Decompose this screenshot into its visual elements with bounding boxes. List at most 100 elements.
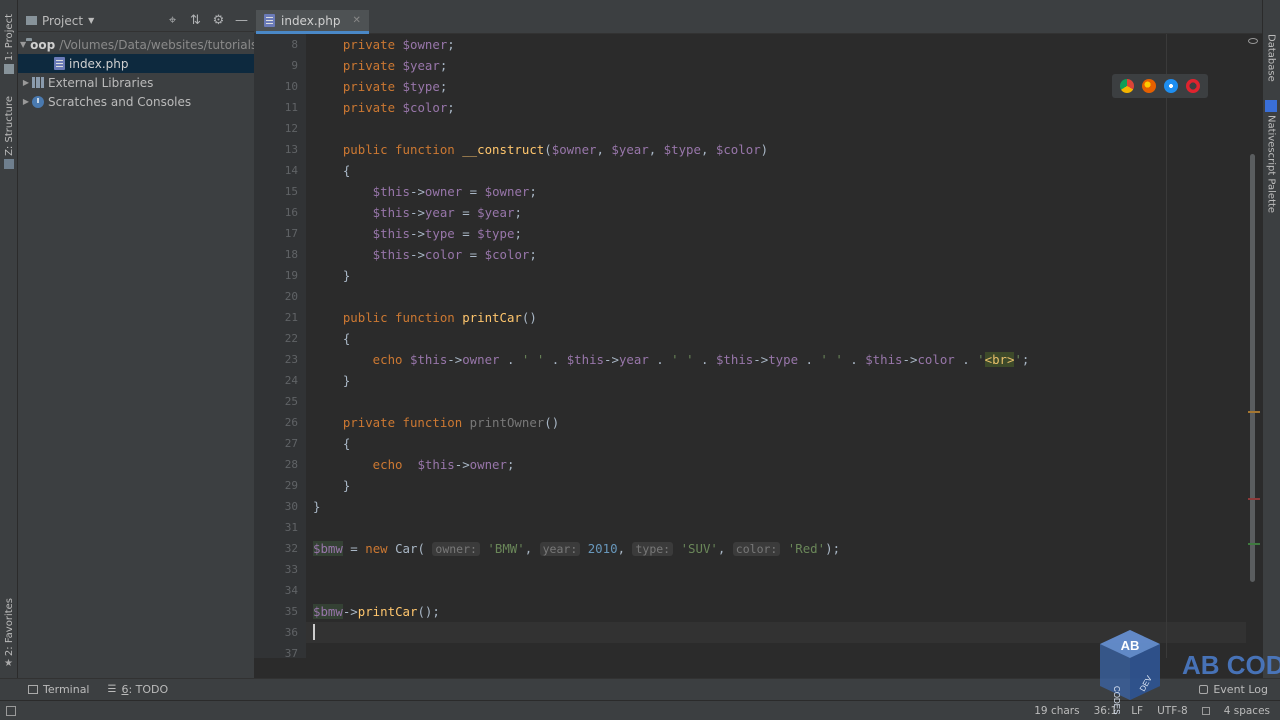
code-token: owner	[469, 457, 507, 472]
line-number: 23	[284, 353, 298, 366]
code-line[interactable]: public function __construct($owner, $yea…	[313, 139, 768, 160]
code-token: {	[313, 331, 351, 346]
code-token: owner:	[432, 542, 480, 556]
minimize-icon[interactable]: —	[235, 14, 248, 27]
project-tool-tab[interactable]: 1: Project	[0, 14, 18, 75]
code-token: $bmw	[313, 541, 343, 556]
code-line[interactable]: private $year;	[313, 55, 447, 76]
bottom-tool-bar: Terminal ☰ 6: TODO Event Log	[0, 678, 1280, 700]
terminal-label: Terminal	[43, 683, 90, 696]
expand-arrow-icon[interactable]: ▼	[20, 40, 26, 49]
terminal-tool-button[interactable]: Terminal	[28, 683, 90, 696]
close-icon[interactable]: ✕	[352, 15, 360, 26]
code-token: ,	[648, 142, 664, 157]
expand-arrow-icon[interactable]: ▶	[20, 97, 32, 106]
left-tool-strip: 1: Project Z: Structure 2: Favorites ★	[0, 0, 18, 700]
code-token: ' '	[521, 352, 545, 367]
folder-path: /Volumes/Data/websites/tutorials/	[59, 37, 254, 52]
code-token: .	[499, 352, 522, 367]
code-token: year	[424, 205, 455, 220]
code-token: ;	[439, 79, 448, 94]
code-line[interactable]: echo $this->owner;	[313, 454, 515, 475]
scrollbar-thumb[interactable]	[1250, 154, 1255, 582]
code-token: =	[454, 205, 478, 220]
project-folder-icon	[26, 16, 37, 25]
code-token: type:	[632, 542, 674, 556]
project-view-selector[interactable]: Project ▼	[26, 14, 94, 28]
warning-marker[interactable]	[1248, 411, 1260, 413]
gear-icon[interactable]: ⚙	[212, 14, 225, 27]
code-line[interactable]: public function printCar()	[313, 307, 537, 328]
nativescript-icon	[1265, 100, 1277, 112]
code-line[interactable]: $bmw->printCar();	[313, 601, 440, 622]
database-tool-tab[interactable]: Database	[1262, 34, 1280, 82]
tab-index-php[interactable]: index.php ✕	[256, 10, 369, 34]
code-token: private	[313, 100, 403, 115]
tree-item-index-php[interactable]: index.php	[18, 54, 254, 73]
code-line[interactable]: $this->year = $year;	[313, 202, 522, 223]
code-line[interactable]: }	[313, 496, 320, 517]
code-line[interactable]: }	[313, 475, 350, 496]
eye-icon[interactable]	[1248, 38, 1258, 44]
line-number: 24	[284, 374, 298, 387]
todo-text: : TODO	[128, 683, 169, 696]
code-line[interactable]: $this->owner = $owner;	[313, 181, 537, 202]
chrome-icon[interactable]	[1120, 79, 1134, 93]
line-number: 17	[284, 227, 298, 240]
browser-preview-bar	[1112, 74, 1208, 98]
star-icon: ★	[4, 658, 13, 670]
todo-label: 6: TODO	[121, 683, 168, 696]
tool-windows-icon[interactable]	[6, 705, 16, 716]
watermark-logo: AB CODES DEV AB CODES	[1100, 630, 1280, 714]
code-editor[interactable]: private $owner; private $year; private $…	[306, 34, 1246, 658]
code-line[interactable]: {	[313, 160, 350, 181]
code-line[interactable]: }	[313, 265, 350, 286]
line-number: 11	[284, 101, 298, 114]
nativescript-tool-tab[interactable]: Nativescript Palette	[1262, 100, 1280, 213]
code-token: private	[313, 37, 403, 52]
favorites-tool-label: 2: Favorites	[3, 598, 15, 657]
code-token: ,	[700, 142, 716, 157]
code-line[interactable]: }	[313, 370, 350, 391]
locate-target-icon[interactable]: ⌖	[166, 14, 179, 27]
code-token: ->	[409, 226, 425, 241]
code-token: $type	[402, 79, 440, 94]
favorites-tool-tab[interactable]: 2: Favorites ★	[0, 598, 18, 669]
line-number: 20	[284, 290, 298, 303]
code-line[interactable]: private function printOwner()	[313, 412, 559, 433]
code-line[interactable]: echo $this->owner . ' ' . $this->year . …	[313, 349, 1029, 370]
tree-item-scratches[interactable]: ▶ Scratches and Consoles	[18, 92, 254, 111]
code-line[interactable]: private $color;	[313, 97, 455, 118]
line-number: 18	[284, 248, 298, 261]
code-token: ' '	[820, 352, 843, 367]
code-token: .	[544, 352, 567, 367]
todo-tool-button[interactable]: ☰ 6: TODO	[108, 683, 169, 696]
safari-icon[interactable]	[1164, 79, 1178, 93]
tree-item-oop[interactable]: ▼ oop /Volumes/Data/websites/tutorials/	[18, 35, 254, 54]
change-marker[interactable]	[1248, 543, 1260, 545]
code-line[interactable]: $this->type = $type;	[313, 223, 522, 244]
error-marker[interactable]	[1248, 498, 1260, 500]
line-number: 9	[291, 59, 298, 72]
expand-arrow-icon[interactable]: ▶	[20, 78, 32, 87]
code-token: year	[618, 352, 649, 367]
code-token: =	[462, 184, 485, 199]
code-token: $color	[402, 100, 448, 115]
firefox-icon[interactable]	[1142, 79, 1156, 93]
line-number: 29	[284, 479, 298, 492]
code-token: .	[954, 352, 978, 367]
collapse-all-icon[interactable]: ⇅	[189, 14, 202, 27]
code-line[interactable]: {	[313, 328, 350, 349]
structure-tool-tab[interactable]: Z: Structure	[0, 96, 18, 169]
code-line[interactable]: {	[313, 433, 350, 454]
tab-label: index.php	[281, 13, 341, 28]
tree-item-external-libraries[interactable]: ▶ External Libraries	[18, 73, 254, 92]
code-token: ->	[409, 247, 425, 262]
code-token: $this	[313, 247, 410, 262]
code-line[interactable]: $bmw = new Car( owner: 'BMW', year: 2010…	[313, 538, 840, 559]
code-token: ;	[529, 184, 537, 199]
code-line[interactable]: private $owner;	[313, 34, 455, 55]
opera-icon[interactable]	[1186, 79, 1200, 93]
code-line[interactable]: $this->color = $color;	[313, 244, 537, 265]
code-line[interactable]: private $type;	[313, 76, 447, 97]
